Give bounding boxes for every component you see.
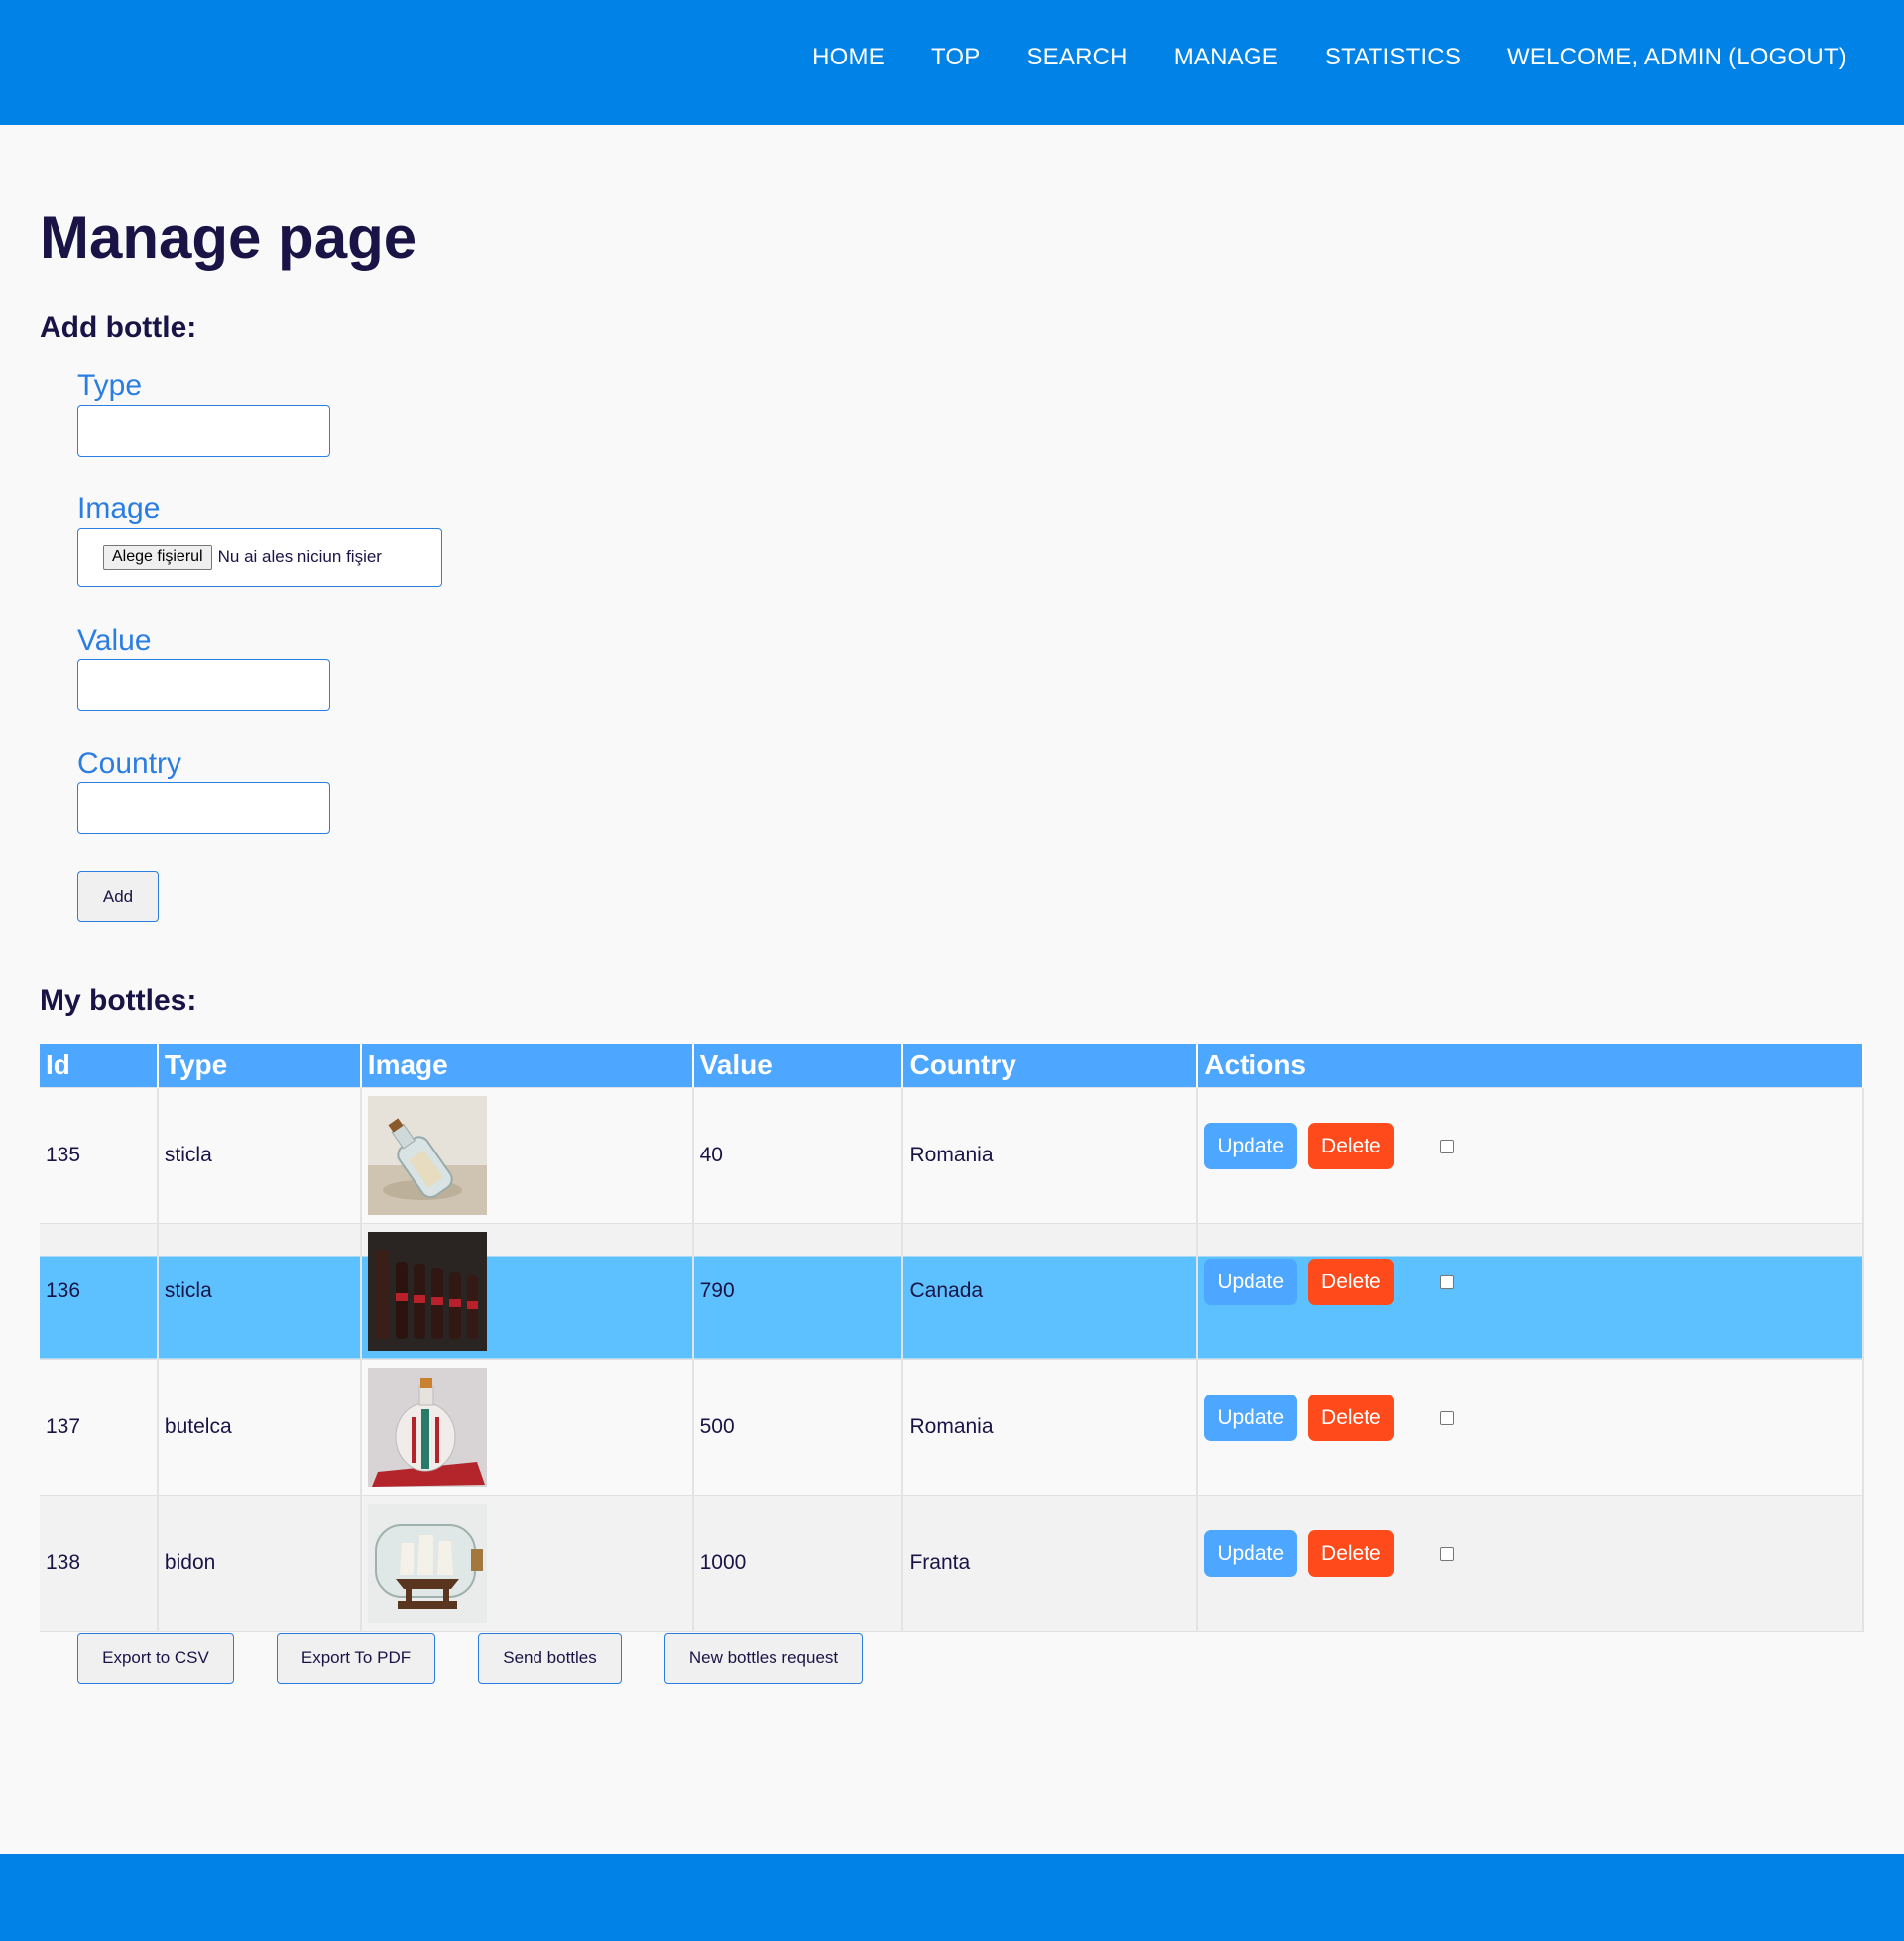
table-row: 138 bidon 1000 Franta Update Delete: [40, 1495, 1864, 1631]
header-country: Country: [902, 1044, 1199, 1087]
cell-image: [360, 1223, 694, 1359]
cell-id: 135: [40, 1087, 159, 1223]
nav-statistics-link[interactable]: STATISTICS: [1325, 42, 1461, 73]
type-label: Type: [77, 369, 143, 402]
cell-id: 137: [40, 1359, 159, 1495]
cell-type: sticla: [157, 1087, 362, 1223]
export-csv-button[interactable]: Export to CSV: [77, 1633, 234, 1684]
page-title: Manage page: [40, 204, 417, 271]
update-button[interactable]: Update: [1204, 1259, 1298, 1305]
update-button[interactable]: Update: [1204, 1530, 1298, 1577]
main-nav: HOME TOP SEARCH MANAGE STATISTICS WELCOM…: [766, 42, 1846, 73]
table-row: 136 sticla 790 Canada Update Delete: [40, 1223, 1864, 1359]
add-bottle-heading: Add bottle:: [40, 311, 197, 344]
cell-actions: Update Delete: [1197, 1495, 1864, 1631]
cell-value: 1000: [692, 1495, 904, 1631]
decorated-flask-image: [367, 1367, 487, 1487]
country-input[interactable]: [77, 782, 330, 834]
cell-image: [360, 1495, 694, 1631]
file-status-text: Nu ai ales niciun fişier: [217, 547, 382, 566]
update-button[interactable]: Update: [1204, 1123, 1298, 1169]
value-label: Value: [77, 624, 152, 657]
cell-actions: Update Delete: [1197, 1087, 1864, 1223]
image-file-input[interactable]: Alege fişierul Nu ai ales niciun fişier: [77, 528, 442, 587]
image-label: Image: [77, 492, 161, 525]
cell-id: 136: [40, 1223, 159, 1359]
bottle-on-sand-image: [367, 1095, 487, 1215]
delete-button[interactable]: Delete: [1308, 1123, 1394, 1169]
nav-top-link[interactable]: TOP: [931, 42, 981, 73]
cell-image: [360, 1087, 694, 1223]
cell-value: 500: [692, 1359, 904, 1495]
table-header-row: Id Type Image Value Country Actions: [40, 1044, 1864, 1087]
row-select-checkbox[interactable]: [1439, 1139, 1454, 1153]
cell-country: Romania: [902, 1359, 1199, 1495]
ship-in-bottle-image: [367, 1503, 487, 1623]
cell-country: Canada: [902, 1223, 1199, 1359]
cell-value: 790: [692, 1223, 904, 1359]
new-bottles-request-button[interactable]: New bottles request: [664, 1633, 863, 1684]
header-value: Value: [692, 1044, 904, 1087]
header-id: Id: [40, 1044, 159, 1087]
cell-actions: Update Delete: [1197, 1359, 1864, 1495]
cell-value: 40: [692, 1087, 904, 1223]
row-select-checkbox[interactable]: [1439, 1274, 1454, 1289]
cell-actions: Update Delete: [1197, 1223, 1864, 1359]
nav-search-link[interactable]: SEARCH: [1026, 42, 1127, 73]
cell-type: sticla: [157, 1223, 362, 1359]
header-type: Type: [157, 1044, 362, 1087]
cell-id: 138: [40, 1495, 159, 1631]
delete-button[interactable]: Delete: [1308, 1395, 1394, 1441]
top-navbar: HOME TOP SEARCH MANAGE STATISTICS WELCOM…: [0, 0, 1904, 125]
nav-manage-link[interactable]: MANAGE: [1174, 42, 1278, 73]
type-input[interactable]: [77, 405, 330, 457]
cell-type: bidon: [157, 1495, 362, 1631]
choose-file-button[interactable]: Alege fişierul: [103, 545, 212, 570]
cell-image: [360, 1359, 694, 1495]
table-row: 135 sticla 40 Romania Update Delete: [40, 1087, 1864, 1223]
header-actions: Actions: [1197, 1044, 1864, 1087]
cell-country: Franta: [902, 1495, 1199, 1631]
export-pdf-button[interactable]: Export To PDF: [277, 1633, 435, 1684]
update-button[interactable]: Update: [1204, 1395, 1298, 1441]
delete-button[interactable]: Delete: [1308, 1530, 1394, 1577]
footer-bar: [0, 1854, 1904, 1941]
value-input[interactable]: [77, 659, 330, 711]
send-bottles-button[interactable]: Send bottles: [478, 1633, 622, 1684]
header-image: Image: [360, 1044, 694, 1087]
delete-button[interactable]: Delete: [1308, 1259, 1394, 1305]
dark-bottles-row-image: [367, 1231, 487, 1351]
row-select-checkbox[interactable]: [1439, 1546, 1454, 1561]
row-select-checkbox[interactable]: [1439, 1410, 1454, 1425]
nav-home-link[interactable]: HOME: [812, 42, 885, 73]
cell-type: butelca: [157, 1359, 362, 1495]
nav-logout-link[interactable]: WELCOME, ADMIN (LOGOUT): [1507, 42, 1846, 73]
table-row: 137 butelca 500 Romania Update Delete: [40, 1359, 1864, 1495]
add-button[interactable]: Add: [77, 871, 159, 922]
my-bottles-heading: My bottles:: [40, 984, 197, 1017]
bottles-table: Id Type Image Value Country Actions 135 …: [40, 1044, 1864, 1632]
cell-country: Romania: [902, 1087, 1199, 1223]
country-label: Country: [77, 747, 182, 780]
